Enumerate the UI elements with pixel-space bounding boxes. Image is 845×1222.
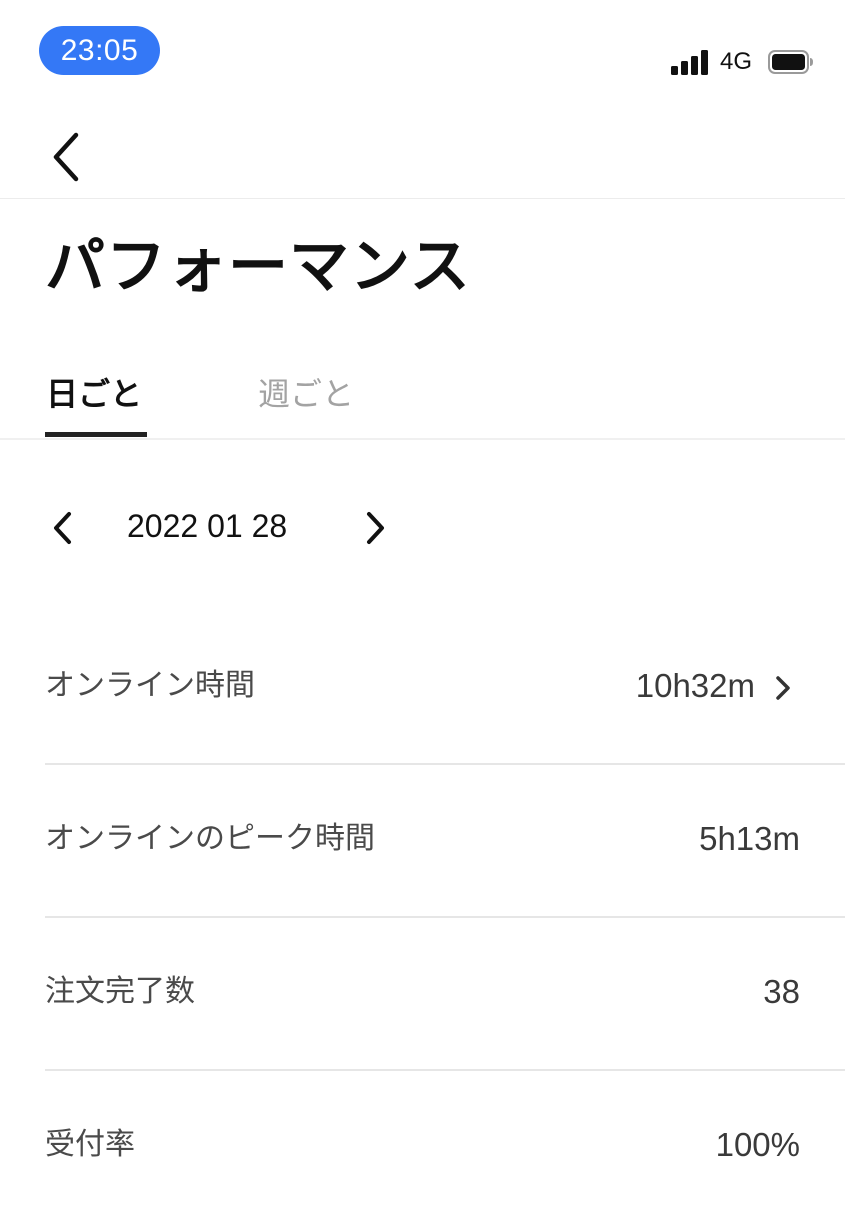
- next-date-button[interactable]: [357, 508, 393, 548]
- stat-label: オンライン時間: [45, 668, 255, 703]
- chevron-left-icon: [54, 512, 71, 544]
- active-tab-indicator: [45, 432, 147, 437]
- date-navigator: 2022 01 28: [0, 498, 845, 558]
- stat-row-acceptance-rate: 受付率 100%: [45, 1071, 845, 1222]
- navigation-bar: [0, 100, 845, 199]
- battery-icon: [768, 50, 813, 74]
- status-bar: 23:05 4G: [0, 0, 845, 100]
- chevron-right-icon: [776, 676, 790, 700]
- stat-value: 10h32m: [635, 667, 755, 704]
- stat-row-completed-orders: 注文完了数 38: [45, 918, 845, 1071]
- stat-label: オンラインのピーク時間: [45, 821, 375, 856]
- stat-value: 38: [763, 973, 800, 1010]
- status-time: 23:05: [39, 26, 160, 75]
- signal-icon: [671, 49, 711, 75]
- stat-label: 注文完了数: [45, 974, 195, 1009]
- network-type-label: 4G: [720, 48, 753, 75]
- previous-date-button[interactable]: [45, 508, 81, 548]
- back-button[interactable]: [45, 128, 91, 186]
- stats-list: オンライン時間 10h32m オンラインのピーク時間 5h13m 注文完了数 3…: [45, 612, 845, 1222]
- chevron-right-icon: [367, 512, 384, 544]
- stat-value: 5h13m: [699, 820, 800, 857]
- current-date: 2022 01 28: [127, 508, 288, 544]
- period-tabs: 日ごと 週ごと: [0, 360, 845, 440]
- stat-label: 受付率: [45, 1127, 135, 1162]
- stat-row-online-time[interactable]: オンライン時間 10h32m: [45, 612, 845, 765]
- stat-value: 100%: [715, 1126, 800, 1163]
- chevron-left-icon: [53, 132, 79, 182]
- tab-weekly[interactable]: 週ごと: [258, 372, 354, 416]
- tab-daily[interactable]: 日ごと: [46, 372, 142, 416]
- stat-row-peak-online-time: オンラインのピーク時間 5h13m: [45, 765, 845, 918]
- page-title: パフォーマンス: [45, 232, 471, 302]
